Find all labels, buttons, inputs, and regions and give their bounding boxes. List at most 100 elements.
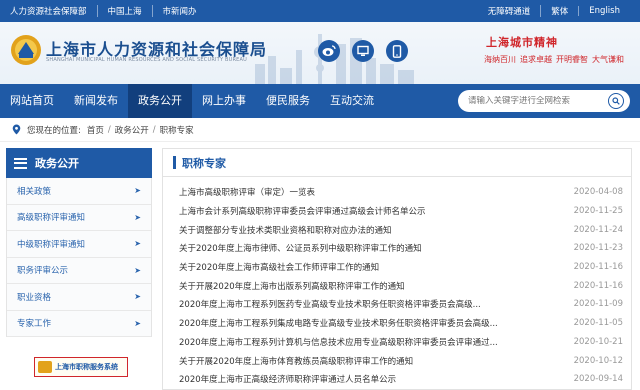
breadcrumb-home[interactable]: 首页 bbox=[87, 124, 104, 136]
list-item[interactable]: 2020年度上海市工程系列医药专业高级专业技术职务任职资格评审委员会高级... 2… bbox=[179, 295, 623, 314]
site-subtitle: SHANGHAI MUNICIPAL HUMAN RESOURCES AND S… bbox=[46, 57, 247, 63]
sidebar-item-label: 高级职称评审通知 bbox=[17, 213, 86, 224]
nav-item-gov-affairs[interactable]: 政务公开 bbox=[128, 84, 192, 118]
top-link-press-office[interactable]: 市新闻办 bbox=[151, 5, 207, 17]
article-date: 2020-11-25 bbox=[573, 206, 623, 217]
sidebar-item-review-announcements[interactable]: 职务评审公示 ➤ bbox=[7, 257, 151, 284]
nav-item-public-services[interactable]: 便民服务 bbox=[256, 84, 320, 118]
article-date: 2020-10-21 bbox=[573, 336, 623, 347]
article-title[interactable]: 关于开展2020年度上海市体育教练员高级职称评审工作的通知 bbox=[179, 355, 413, 367]
monitor-icon[interactable] bbox=[352, 40, 374, 62]
list-item[interactable]: 2020年度上海市正高级经济师职称评审通过人员名单公示 2020-09-14 bbox=[179, 370, 623, 389]
article-title[interactable]: 2020年度上海市工程系列集成电路专业高级专业技术职务任职资格评审委员会高级..… bbox=[179, 317, 498, 329]
article-list: 上海市高级职称评审（审定）一览表 2020-04-08 上海市会计系列高级职称评审… bbox=[163, 177, 631, 389]
main-nav: 网站首页 新闻发布 政务公开 网上办事 便民服务 互动交流 bbox=[0, 84, 640, 118]
arrow-right-icon: ➤ bbox=[134, 239, 141, 249]
article-date: 2020-04-08 bbox=[573, 187, 623, 198]
article-title[interactable]: 关于2020年度上海市律师、公证员系列中级职称评审工作的通知 bbox=[179, 242, 422, 254]
article-date: 2020-11-05 bbox=[573, 318, 623, 329]
list-item[interactable]: 关于调整部分专业技术类职业资格和职称对应办法的通知 2020-11-24 bbox=[179, 220, 623, 239]
top-links-right: 无障碍通道 繁体 English bbox=[488, 5, 630, 17]
main-area: 政务公开 相关政策 ➤ 高级职称评审通知 ➤ 中级职称评审通知 ➤ 职务评审公示… bbox=[0, 142, 640, 390]
search-box bbox=[458, 90, 630, 112]
arrow-right-icon: ➤ bbox=[134, 212, 141, 222]
sidebar-title: 政务公开 bbox=[35, 157, 79, 170]
nav-item-interaction[interactable]: 互动交流 bbox=[320, 84, 384, 118]
list-item[interactable]: 关于2020年度上海市律师、公证员系列中级职称评审工作的通知 2020-11-23 bbox=[179, 239, 623, 258]
breadcrumb-current[interactable]: 职称专家 bbox=[160, 124, 194, 136]
content-header: 职称专家 bbox=[163, 149, 631, 177]
sidebar-item-senior-title-notices[interactable]: 高级职称评审通知 ➤ bbox=[7, 204, 151, 231]
sidebar-item-label: 中级职称评审通知 bbox=[17, 239, 86, 250]
breadcrumb-separator: / bbox=[107, 124, 111, 135]
arrow-right-icon: ➤ bbox=[134, 186, 141, 196]
accessibility-link[interactable]: 无障碍通道 bbox=[488, 5, 541, 17]
title-service-system-banner[interactable]: 上海市职称服务系统 bbox=[34, 357, 128, 377]
nav-item-home[interactable]: 网站首页 bbox=[0, 84, 64, 118]
nav-item-online-services[interactable]: 网上办事 bbox=[192, 84, 256, 118]
sidebar-item-qualifications[interactable]: 职业资格 ➤ bbox=[7, 284, 151, 311]
article-date: 2020-11-23 bbox=[573, 243, 623, 254]
menu-icon bbox=[14, 157, 27, 169]
sidebar-list: 相关政策 ➤ 高级职称评审通知 ➤ 中级职称评审通知 ➤ 职务评审公示 ➤ 职业… bbox=[6, 178, 152, 337]
site-header: 上海市人力资源和社会保障局 SHANGHAI MUNICIPAL HUMAN R… bbox=[0, 22, 640, 84]
top-bar: 人力资源社会保障部 中国上海 市新闻办 无障碍通道 繁体 English bbox=[0, 0, 640, 22]
article-title[interactable]: 2020年度上海市正高级经济师职称评审通过人员名单公示 bbox=[179, 373, 396, 385]
city-spirit-values: 海纳百川 追求卓越 开明睿智 大气谦和 bbox=[484, 54, 624, 65]
search-input[interactable] bbox=[468, 96, 608, 106]
city-spirit-value: 海纳百川 bbox=[484, 55, 516, 64]
article-date: 2020-10-12 bbox=[573, 355, 623, 366]
bureau-logo[interactable] bbox=[10, 34, 42, 66]
list-item[interactable]: 关于开展2020年度上海市体育教练员高级职称评审工作的通知 2020-10-12 bbox=[179, 351, 623, 370]
article-title[interactable]: 上海市会计系列高级职称评审委员会评审通过高级会计师名单公示 bbox=[179, 205, 426, 217]
city-spirit-value: 追求卓越 bbox=[520, 55, 552, 64]
sidebar-item-related-policies[interactable]: 相关政策 ➤ bbox=[7, 178, 151, 205]
article-title[interactable]: 2020年度上海市工程系列医药专业高级专业技术职务任职资格评审委员会高级... bbox=[179, 298, 481, 310]
list-item[interactable]: 关于开展2020年度上海市出版系列高级职称评审工作的通知 2020-11-16 bbox=[179, 276, 623, 295]
english-link[interactable]: English bbox=[578, 6, 630, 16]
article-title[interactable]: 关于调整部分专业技术类职业资格和职称对应办法的通知 bbox=[179, 224, 392, 236]
list-item[interactable]: 上海市高级职称评审（审定）一览表 2020-04-08 bbox=[179, 183, 623, 202]
sidebar-item-intermediate-title-notices[interactable]: 中级职称评审通知 ➤ bbox=[7, 231, 151, 258]
top-links-left: 人力资源社会保障部 中国上海 市新闻办 bbox=[10, 5, 207, 17]
weibo-icon[interactable] bbox=[318, 40, 340, 62]
top-link-mohrss[interactable]: 人力资源社会保障部 bbox=[10, 5, 97, 17]
arrow-right-icon: ➤ bbox=[134, 318, 141, 328]
list-item[interactable]: 2020年度上海市工程系列集成电路专业高级专业技术职务任职资格评审委员会高级..… bbox=[179, 314, 623, 333]
breadcrumb-gov-affairs[interactable]: 政务公开 bbox=[115, 124, 149, 136]
title-accent-bar bbox=[173, 156, 176, 169]
banner-label: 上海市职称服务系统 bbox=[55, 363, 118, 371]
location-pin-icon bbox=[12, 124, 21, 135]
article-title[interactable]: 上海市高级职称评审（审定）一览表 bbox=[179, 186, 315, 198]
city-spirit-value: 大气谦和 bbox=[592, 55, 624, 64]
article-date: 2020-11-16 bbox=[573, 262, 623, 273]
breadcrumb-separator: / bbox=[152, 124, 156, 135]
article-title[interactable]: 2020年度上海市工程系列计算机与信息技术应用专业高级职称评审委员会评审通过..… bbox=[179, 336, 498, 348]
article-title[interactable]: 关于开展2020年度上海市出版系列高级职称评审工作的通知 bbox=[179, 280, 405, 292]
arrow-right-icon: ➤ bbox=[134, 292, 141, 302]
city-spirit-value: 开明睿智 bbox=[556, 55, 588, 64]
list-item[interactable]: 关于2020年度上海市高级社会工作师评审工作的通知 2020-11-16 bbox=[179, 258, 623, 277]
sidebar-item-label: 职务评审公示 bbox=[17, 266, 69, 277]
list-item[interactable]: 上海市会计系列高级职称评审委员会评审通过高级会计师名单公示 2020-11-25 bbox=[179, 202, 623, 221]
sidebar-item-label: 相关政策 bbox=[17, 186, 52, 197]
content-title: 职称专家 bbox=[182, 156, 226, 170]
system-logo-icon bbox=[38, 361, 52, 373]
top-link-china-shanghai[interactable]: 中国上海 bbox=[96, 5, 152, 17]
search-icon[interactable] bbox=[608, 93, 624, 109]
list-item[interactable]: 2020年度上海市工程系列计算机与信息技术应用专业高级职称评审委员会评审通过..… bbox=[179, 333, 623, 352]
arrow-right-icon: ➤ bbox=[134, 265, 141, 275]
mobile-icon[interactable] bbox=[386, 40, 408, 62]
article-date: 2020-11-24 bbox=[573, 224, 623, 235]
sidebar-item-label: 职业资格 bbox=[17, 292, 52, 303]
city-spirit-title: 上海城市精神 bbox=[486, 36, 558, 49]
sidebar: 政务公开 相关政策 ➤ 高级职称评审通知 ➤ 中级职称评审通知 ➤ 职务评审公示… bbox=[6, 148, 152, 390]
nav-item-news[interactable]: 新闻发布 bbox=[64, 84, 128, 118]
breadcrumb: 您现在的位置: 首页 / 政务公开 / 职称专家 bbox=[0, 118, 640, 142]
traditional-chinese-link[interactable]: 繁体 bbox=[540, 5, 578, 17]
breadcrumb-prefix: 您现在的位置: bbox=[27, 125, 81, 136]
article-title[interactable]: 关于2020年度上海市高级社会工作师评审工作的通知 bbox=[179, 261, 379, 273]
sidebar-item-expert-work[interactable]: 专家工作 ➤ bbox=[7, 310, 151, 337]
sidebar-header: 政务公开 bbox=[6, 148, 152, 178]
article-date: 2020-11-16 bbox=[573, 280, 623, 291]
